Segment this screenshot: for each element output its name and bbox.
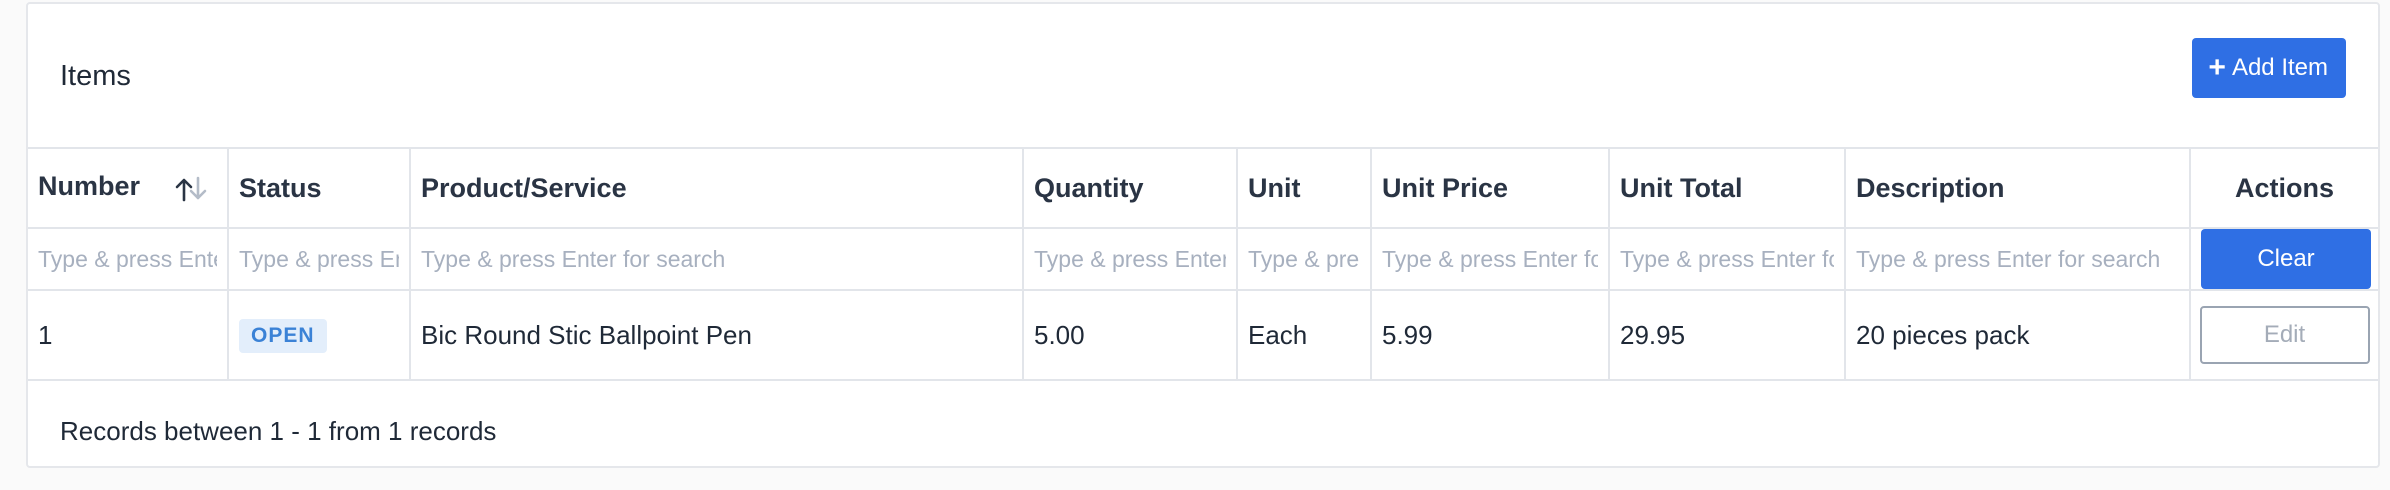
cell-unit-total: 29.95 <box>1608 289 1846 381</box>
filter-input-number[interactable] <box>38 245 217 273</box>
sort-ascending-icon[interactable] <box>174 176 208 209</box>
records-summary: Records between 1 - 1 from 1 records <box>60 416 497 446</box>
column-header-unit-total[interactable]: Unit Total <box>1608 147 1846 229</box>
table-header-row: Number Status Product/Service Quantity U… <box>28 147 2378 229</box>
cell-number: 1 <box>28 289 229 381</box>
add-item-label: Add Item <box>2231 54 2328 81</box>
column-header-quantity[interactable]: Quantity <box>1022 147 1238 229</box>
cell-status: OPEN <box>227 289 411 381</box>
column-header-actions: Actions <box>2189 147 2378 229</box>
column-header-number[interactable]: Number <box>28 147 229 229</box>
column-header-status[interactable]: Status <box>227 147 411 229</box>
filter-input-unit[interactable] <box>1248 245 1360 273</box>
items-card: Items + Add Item Number Status Product/S… <box>26 2 2380 468</box>
filter-input-unit-price[interactable] <box>1382 245 1598 273</box>
filter-input-status[interactable] <box>239 245 399 273</box>
cell-unit-price: 5.99 <box>1370 289 1610 381</box>
cell-actions: Edit <box>2189 289 2378 381</box>
card-header: Items + Add Item <box>28 4 2378 147</box>
column-label-number: Number <box>38 171 141 202</box>
edit-button[interactable]: Edit <box>2199 306 2370 364</box>
column-header-unit[interactable]: Unit <box>1236 147 1372 229</box>
column-header-description[interactable]: Description <box>1844 147 2191 229</box>
plus-icon: + <box>2208 51 2226 84</box>
filter-input-quantity[interactable] <box>1034 245 1226 273</box>
clear-filters-button[interactable]: Clear <box>2201 230 2371 288</box>
cell-description: 20 pieces pack <box>1844 289 2191 381</box>
column-header-unit-price[interactable]: Unit Price <box>1370 147 1610 229</box>
table-row: 1 OPEN Bic Round Stic Ballpoint Pen 5.00… <box>28 289 2378 381</box>
column-header-product[interactable]: Product/Service <box>409 147 1024 229</box>
cell-product: Bic Round Stic Ballpoint Pen <box>409 289 1024 381</box>
cell-quantity: 5.00 <box>1022 289 1238 381</box>
items-table: Number Status Product/Service Quantity U… <box>28 147 2378 381</box>
filter-input-unit-total[interactable] <box>1620 245 1834 273</box>
status-badge: OPEN <box>239 318 327 353</box>
filter-row: Clear <box>28 227 2378 291</box>
add-item-button[interactable]: + Add Item <box>2192 38 2346 98</box>
cell-unit: Each <box>1236 289 1372 381</box>
card-title: Items <box>60 60 131 92</box>
filter-input-description[interactable] <box>1856 245 2179 273</box>
filter-input-product[interactable] <box>421 245 1012 273</box>
